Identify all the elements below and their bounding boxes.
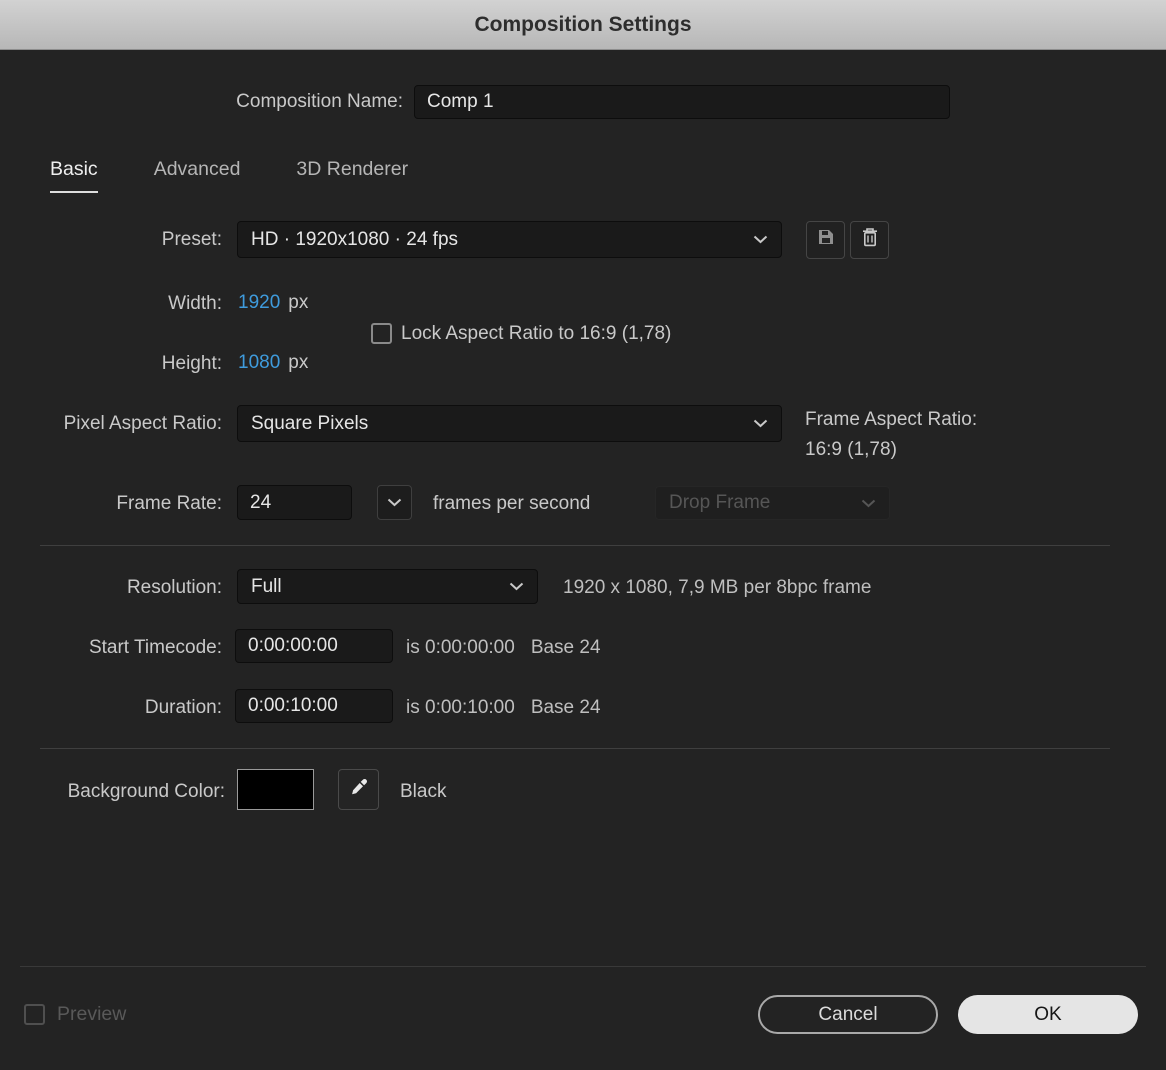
save-preset-button[interactable]	[806, 221, 845, 259]
background-color-label: Background Color:	[67, 781, 225, 802]
composition-settings-dialog: Composition Settings Composition Name: B…	[0, 0, 1166, 1070]
preset-dropdown[interactable]: HD · 1920x1080 · 24 fps	[237, 221, 782, 258]
preset-label: Preset:	[161, 229, 222, 250]
start-timecode-info: is 0:00:00:00	[406, 637, 515, 658]
tab-3d-renderer[interactable]: 3D Renderer	[296, 158, 408, 193]
duration-input[interactable]	[235, 689, 393, 723]
height-label: Height:	[161, 353, 222, 374]
preview-checkbox[interactable]	[24, 1004, 45, 1025]
resolution-info: 1920 x 1080, 7,9 MB per 8bpc frame	[563, 577, 872, 598]
tab-advanced[interactable]: Advanced	[154, 158, 241, 193]
cancel-button[interactable]: Cancel	[758, 995, 938, 1034]
width-unit: px	[288, 292, 309, 313]
frame-rate-label: Frame Rate:	[116, 493, 222, 514]
background-color-swatch[interactable]	[237, 769, 314, 810]
tab-basic[interactable]: Basic	[50, 158, 98, 193]
resolution-dropdown[interactable]: Full	[237, 569, 538, 604]
trash-icon	[861, 227, 879, 253]
width-value[interactable]: 1920	[238, 292, 280, 314]
divider	[40, 545, 1110, 546]
duration-base: Base 24	[530, 697, 601, 718]
composition-name-label: Composition Name:	[236, 91, 403, 112]
frame-rate-input[interactable]	[237, 485, 352, 520]
delete-preset-button[interactable]	[850, 221, 889, 259]
chevron-down-icon	[753, 419, 768, 428]
duration-label: Duration:	[144, 697, 222, 718]
dialog-title: Composition Settings	[0, 0, 1166, 50]
frame-aspect-ratio-value: 16:9 (1,78)	[805, 439, 897, 460]
tab-bar: Basic Advanced 3D Renderer	[50, 158, 408, 193]
pixel-aspect-ratio-label: Pixel Aspect Ratio:	[63, 413, 222, 434]
start-timecode-input[interactable]	[235, 629, 393, 663]
eyedropper-icon	[349, 777, 369, 803]
height-unit: px	[288, 352, 309, 373]
divider	[20, 966, 1146, 967]
save-preset-icon	[817, 228, 835, 252]
ok-button[interactable]: OK	[958, 995, 1138, 1034]
lock-aspect-ratio-label: Lock Aspect Ratio to 16:9 (1,78)	[401, 323, 672, 344]
frames-per-second-label: frames per second	[433, 493, 591, 514]
pixel-aspect-ratio-dropdown[interactable]: Square Pixels	[237, 405, 782, 442]
divider	[40, 748, 1110, 749]
duration-info-line: is 0:00:10:00 Base 24	[406, 696, 601, 720]
composition-name-input[interactable]	[414, 85, 950, 119]
pixel-aspect-ratio-value: Square Pixels	[251, 412, 369, 434]
frame-rate-dropdown-button[interactable]	[377, 485, 412, 520]
eyedropper-button[interactable]	[338, 769, 379, 810]
chevron-down-icon	[861, 499, 876, 508]
resolution-label: Resolution:	[126, 577, 222, 598]
chevron-down-icon	[753, 235, 768, 244]
duration-info: is 0:00:10:00	[406, 697, 515, 718]
preview-label: Preview	[57, 1003, 127, 1025]
width-label: Width:	[168, 293, 222, 314]
start-timecode-base: Base 24	[530, 637, 601, 658]
start-timecode-label: Start Timecode:	[88, 637, 222, 658]
chevron-down-icon	[509, 582, 524, 591]
height-value[interactable]: 1080	[238, 352, 280, 374]
background-color-name: Black	[400, 781, 447, 802]
resolution-value: Full	[251, 575, 282, 597]
start-timecode-info-line: is 0:00:00:00 Base 24	[406, 636, 601, 660]
drop-frame-value: Drop Frame	[669, 492, 771, 513]
lock-aspect-ratio-checkbox[interactable]	[371, 323, 392, 344]
chevron-down-icon	[387, 498, 402, 507]
drop-frame-dropdown: Drop Frame	[655, 486, 890, 520]
preset-value: HD · 1920x1080 · 24 fps	[251, 228, 459, 250]
frame-aspect-ratio-label: Frame Aspect Ratio:	[805, 409, 978, 430]
